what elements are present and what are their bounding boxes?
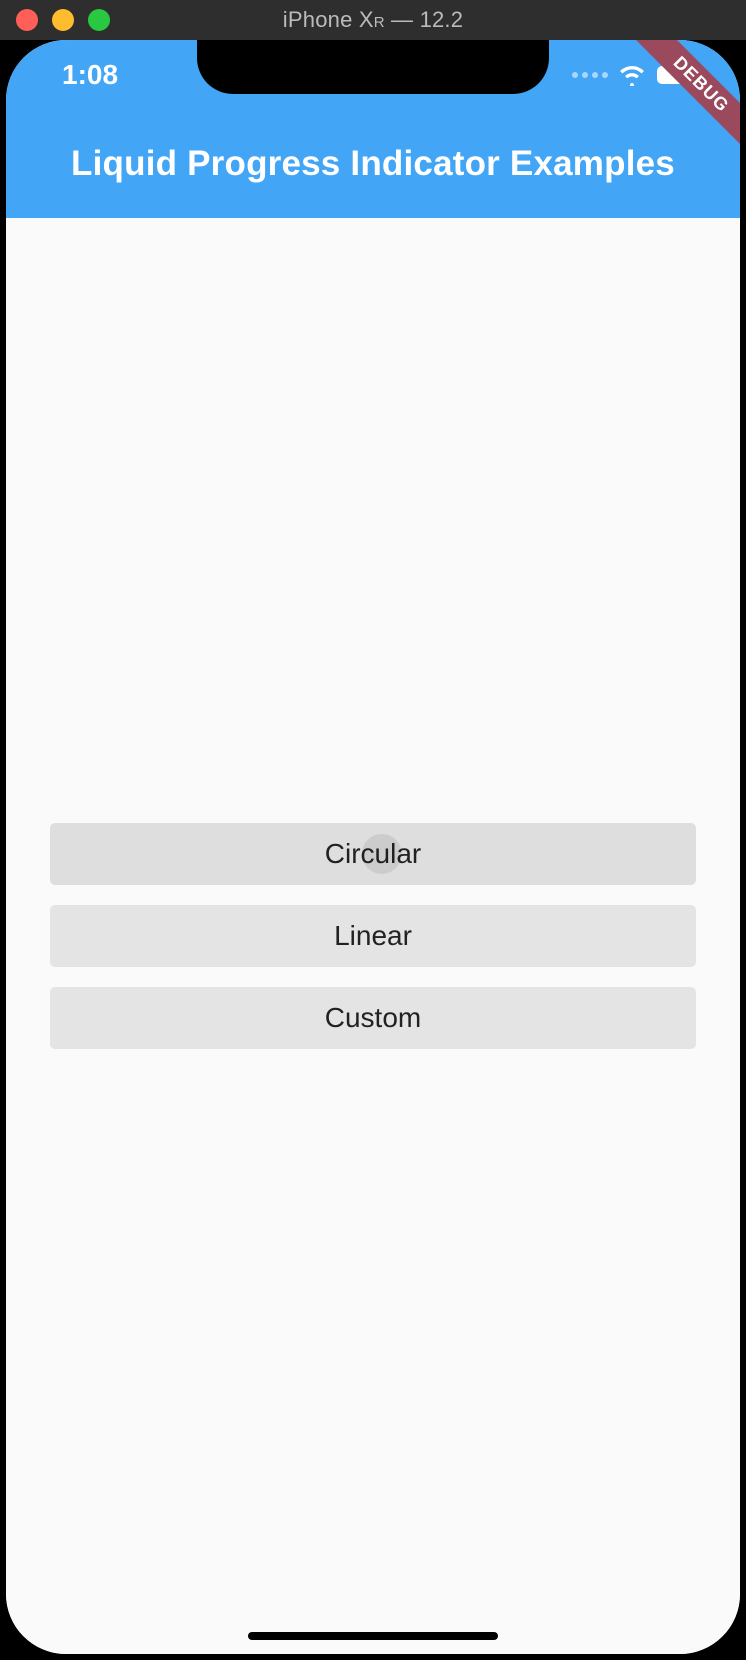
- device-screen: DEBUG 1:08 Liquid Progress Indicator Exa…: [6, 40, 740, 1654]
- status-time: 1:08: [62, 59, 118, 91]
- fullscreen-window-button[interactable]: [88, 9, 110, 31]
- device-frame: DEBUG 1:08 Liquid Progress Indicator Exa…: [0, 40, 746, 1660]
- button-label: Custom: [325, 1002, 421, 1034]
- linear-button[interactable]: Linear: [50, 905, 696, 967]
- simulator-title: iPhone XR — 12.2: [283, 7, 463, 33]
- button-label: Linear: [334, 920, 412, 952]
- wifi-icon: [618, 64, 646, 86]
- touch-ripple: [362, 834, 402, 874]
- window-controls: [16, 9, 110, 31]
- close-window-button[interactable]: [16, 9, 38, 31]
- circular-button[interactable]: Circular: [50, 823, 696, 885]
- page-title: Liquid Progress Indicator Examples: [71, 144, 675, 184]
- home-indicator[interactable]: [248, 1632, 498, 1640]
- minimize-window-button[interactable]: [52, 9, 74, 31]
- body-area: Circular Linear Custom: [6, 218, 740, 1654]
- device-notch: [197, 40, 549, 94]
- signal-icon: [572, 72, 608, 78]
- appbar-title-row: Liquid Progress Indicator Examples: [6, 110, 740, 218]
- simulator-titlebar: iPhone XR — 12.2: [0, 0, 746, 40]
- custom-button[interactable]: Custom: [50, 987, 696, 1049]
